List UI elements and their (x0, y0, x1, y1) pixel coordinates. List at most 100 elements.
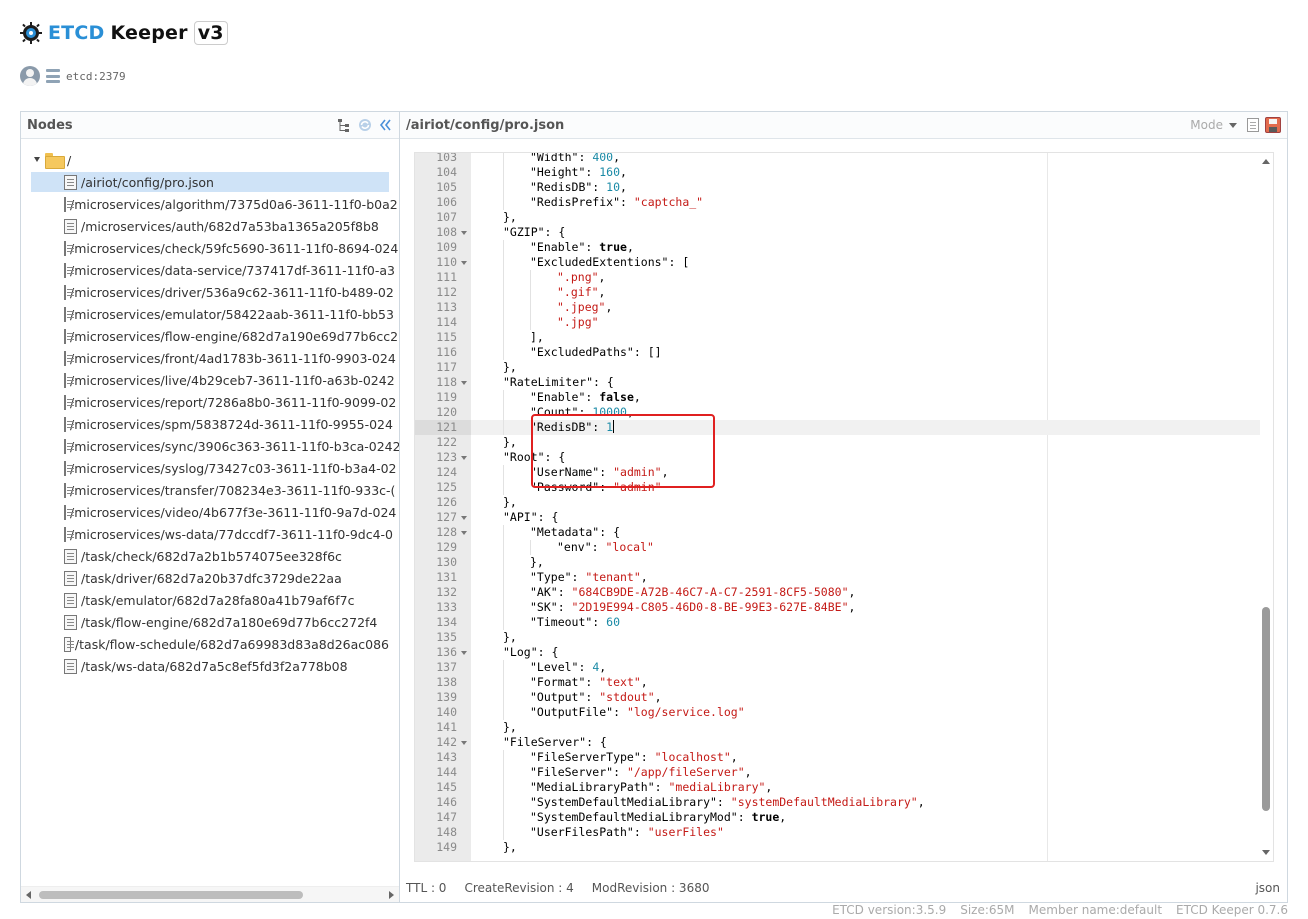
code-line[interactable]: 142 "FileServer": { (415, 735, 1260, 750)
code-line[interactable]: 125 "Password": "admin" (415, 480, 1260, 495)
code-line[interactable]: 141}, (415, 720, 1260, 735)
code-line[interactable]: 140 "OutputFile": "log/service.log" (415, 705, 1260, 720)
code-line[interactable]: 138 "Format": "text", (415, 675, 1260, 690)
scrollbar-thumb[interactable] (39, 891, 303, 899)
tree-folder-root[interactable]: / (33, 150, 71, 170)
scroll-left-icon[interactable] (26, 891, 31, 899)
chevron-down-icon[interactable] (1229, 122, 1237, 128)
tree-item[interactable]: /microservices/emulator/58422aab-3611-11… (31, 304, 394, 324)
code-line[interactable]: 133 "SK": "2D19E994-C805-46D0-8-BE-99E3-6… (415, 600, 1260, 615)
expand-arrow-icon[interactable] (33, 156, 41, 164)
scroll-right-icon[interactable] (389, 891, 394, 899)
code-line[interactable]: 139 "Output": "stdout", (415, 690, 1260, 705)
fold-toggle-icon[interactable] (461, 516, 467, 520)
fold-toggle-icon[interactable] (461, 531, 467, 535)
code-editor[interactable]: 103 "Width": 400, 104 "Height": 160, 105 "Red… (414, 152, 1274, 862)
tree-item[interactable]: /microservices/data-service/737417df-361… (31, 260, 395, 280)
code-line[interactable]: 124 "UserName": "admin", (415, 465, 1260, 480)
tree-item[interactable]: /microservices/spm/5838724d-3611-11f0-99… (31, 414, 393, 434)
code-line[interactable]: 129 "env": "local" (415, 540, 1260, 555)
code-line[interactable]: 118 "RateLimiter": { (415, 375, 1260, 390)
tree-item[interactable]: /task/ws-data/682d7a5c8ef5fd3f2a778b08 (31, 656, 389, 676)
code-line[interactable]: 146 "SystemDefaultMediaLibrary": "systemD… (415, 795, 1260, 810)
tree-horizontal-scrollbar[interactable] (21, 886, 399, 902)
tree-item[interactable]: /microservices/auth/682d7a53ba1365a205f8… (31, 216, 389, 236)
tree-item[interactable]: /microservices/video/4b677f3e-3611-11f0-… (31, 502, 396, 522)
connection-address[interactable]: etcd:2379 (66, 70, 126, 83)
code-line[interactable]: 144 "FileServer": "/app/fileServer", (415, 765, 1260, 780)
code-line[interactable]: 136 "Log": { (415, 645, 1260, 660)
code-line[interactable]: 127 "API": { (415, 510, 1260, 525)
code-line[interactable]: 135}, (415, 630, 1260, 645)
code-line[interactable]: 110 "ExcludedExtentions": [ (415, 255, 1260, 270)
code-line[interactable]: 114 ".jpg" (415, 315, 1260, 330)
editor-vertical-scrollbar[interactable] (1259, 153, 1273, 861)
code-line[interactable]: 137 "Level": 4, (415, 660, 1260, 675)
code-line[interactable]: 113 ".jpeg", (415, 300, 1260, 315)
fold-toggle-icon[interactable] (461, 381, 467, 385)
code-line[interactable]: 108 "GZIP": { (415, 225, 1260, 240)
code-line[interactable]: 134 "Timeout": 60 (415, 615, 1260, 630)
tree-item[interactable]: /microservices/live/4b29ceb7-3611-11f0-a… (31, 370, 395, 390)
code-line[interactable]: 130}, (415, 555, 1260, 570)
avatar[interactable] (20, 66, 40, 86)
tree-item[interactable]: /task/check/682d7a2b1b574075ee328f6c (31, 546, 389, 566)
refresh-icon[interactable] (357, 117, 373, 133)
mode-select[interactable]: Mode (1190, 118, 1223, 132)
tree-item[interactable]: /microservices/check/59fc5690-3611-11f0-… (31, 238, 398, 258)
code-line[interactable]: 106 "RedisPrefix": "captcha_" (415, 195, 1260, 210)
code-line[interactable]: 131 "Type": "tenant", (415, 570, 1260, 585)
fold-toggle-icon[interactable] (461, 261, 467, 265)
code-line[interactable]: 119 "Enable": false, (415, 390, 1260, 405)
tree-item[interactable]: /task/emulator/682d7a28fa80a41b79af6f7c (31, 590, 389, 610)
server-icon[interactable] (46, 69, 60, 83)
scroll-down-icon[interactable] (1262, 850, 1270, 855)
code-line[interactable]: 148 "UserFilesPath": "userFiles" (415, 825, 1260, 840)
fold-toggle-icon[interactable] (461, 741, 467, 745)
code-line[interactable]: 107}, (415, 210, 1260, 225)
document-icon[interactable] (1247, 118, 1259, 132)
tree-item[interactable]: /microservices/algorithm/7375d0a6-3611-1… (31, 194, 398, 214)
code-line[interactable]: 116 "ExcludedPaths": [] (415, 345, 1260, 360)
tree-item[interactable]: /microservices/ws-data/77dccdf7-3611-11f… (31, 524, 393, 544)
code-line[interactable]: 128 "Metadata": { (415, 525, 1260, 540)
code-line[interactable]: 117}, (415, 360, 1260, 375)
tree-view-icon[interactable] (337, 117, 353, 133)
code-line[interactable]: 123 "Root": { (415, 450, 1260, 465)
tree-item[interactable]: /microservices/report/7286a8b0-3611-11f0… (31, 392, 396, 412)
code-line[interactable]: 104 "Height": 160, (415, 165, 1260, 180)
code-line[interactable]: 126}, (415, 495, 1260, 510)
code-line[interactable]: 121 "RedisDB": 1 (415, 420, 1260, 435)
tree-item[interactable]: /task/flow-engine/682d7a180e69d77b6cc272… (31, 612, 389, 632)
tree-item[interactable]: /microservices/front/4ad1783b-3611-11f0-… (31, 348, 396, 368)
code-line[interactable]: 115], (415, 330, 1260, 345)
code-line[interactable]: 132 "AK": "684CB9DE-A72B-46C7-A-C7-2591-8… (415, 585, 1260, 600)
tree-item[interactable]: /microservices/flow-engine/682d7a190e69d… (31, 326, 398, 346)
fold-toggle-icon[interactable] (461, 456, 467, 460)
scrollbar-thumb[interactable] (1262, 607, 1270, 811)
tree-item[interactable]: /task/flow-schedule/682d7a69983d83a8d26a… (31, 634, 389, 654)
code-line[interactable]: 105 "RedisDB": 10, (415, 180, 1260, 195)
code-line[interactable]: 111 ".png", (415, 270, 1260, 285)
code-line[interactable]: 109 "Enable": true, (415, 240, 1260, 255)
collapse-panel-icon[interactable] (377, 117, 393, 133)
tree-item[interactable]: /microservices/driver/536a9c62-3611-11f0… (31, 282, 394, 302)
fold-toggle-icon[interactable] (461, 651, 467, 655)
code-line[interactable]: 103 "Width": 400, (415, 153, 1260, 165)
tree-item[interactable]: /microservices/transfer/708234e3-3611-11… (31, 480, 395, 500)
tree-item[interactable]: /airiot/config/pro.json (31, 172, 389, 192)
code-line[interactable]: 145 "MediaLibraryPath": "mediaLibrary", (415, 780, 1260, 795)
tree-item[interactable]: /microservices/sync/3906c363-3611-11f0-b… (31, 436, 399, 456)
code-line[interactable]: 120 "Count": 10000, (415, 405, 1260, 420)
save-icon[interactable] (1265, 117, 1281, 133)
tree-item[interactable]: /task/driver/682d7a20b37dfc3729de22aa (31, 568, 389, 588)
code-lines[interactable]: 103 "Width": 400, 104 "Height": 160, 105 "Red… (415, 153, 1260, 855)
code-line[interactable]: 149}, (415, 840, 1260, 855)
code-line[interactable]: 122}, (415, 435, 1260, 450)
scroll-up-icon[interactable] (1262, 159, 1270, 164)
code-line[interactable]: 147 "SystemDefaultMediaLibraryMod": true, (415, 810, 1260, 825)
code-line[interactable]: 112 ".gif", (415, 285, 1260, 300)
code-line[interactable]: 143 "FileServerType": "localhost", (415, 750, 1260, 765)
tree-item[interactable]: /microservices/syslog/73427c03-3611-11f0… (31, 458, 397, 478)
fold-toggle-icon[interactable] (461, 231, 467, 235)
